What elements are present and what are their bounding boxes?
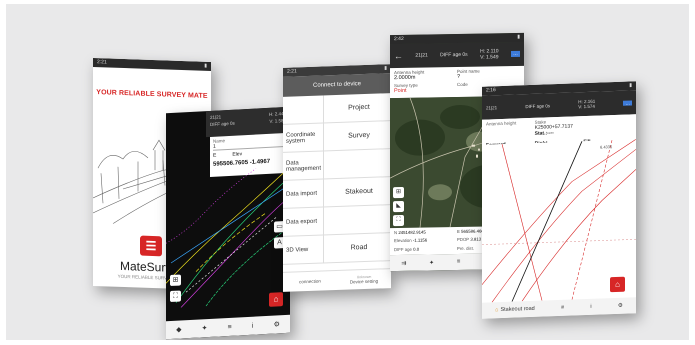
elev-label: Elev	[232, 151, 243, 158]
e-label: E	[213, 152, 217, 159]
menu-item-data-export[interactable]: Data export	[283, 207, 323, 237]
menu-item-road[interactable]: Road	[323, 233, 391, 264]
n-value: 2451482.9145	[398, 229, 426, 236]
cad-drawing-canvas[interactable]	[166, 166, 290, 308]
point-name-value[interactable]: ?	[457, 73, 520, 80]
layers-icon[interactable]: ⊞	[393, 186, 404, 199]
elev-label: Elevation	[394, 238, 412, 244]
collect-point-button[interactable]: ⌂	[610, 276, 625, 293]
survey-type-value[interactable]: Point	[394, 87, 457, 94]
status-time: 2:21	[287, 68, 297, 75]
antenna-value[interactable]: 2.0000m	[394, 74, 457, 81]
stakeout-road-label: Stakeout road	[500, 305, 535, 314]
pre-dist-label: Pre. dist.	[457, 245, 474, 251]
menu-item-stakeout[interactable]: Stakeout	[323, 177, 391, 208]
stakeout-road-tab[interactable]: ⌂ Stakeout road	[495, 306, 535, 313]
logo-icon: ☰	[145, 238, 157, 254]
menu-item-empty-2	[323, 205, 391, 236]
main-menu-screen: 2:21 ▮ Connect to device Project Coordin…	[283, 64, 391, 292]
stakeout-road-screen: 2:16 ▮ 21|21 DIFF age 0s H: 2.161 V: 1.5…	[482, 81, 636, 319]
battery-icon: ▮	[384, 65, 387, 72]
battery-icon: ▮	[629, 82, 632, 89]
menu-item-coordinate-system[interactable]: Coordinate system	[283, 123, 323, 153]
layers-icon[interactable]: ⊞	[170, 274, 181, 287]
menu-item-3d-view[interactable]: 3D View	[283, 235, 323, 265]
pdop-label: PDOP	[457, 237, 470, 243]
point-name-label: Point name	[457, 68, 480, 74]
diff-age-value: 0.0	[413, 246, 420, 252]
v-precision: V: 1.549	[480, 54, 499, 61]
menu-icon[interactable]: ≡	[457, 259, 461, 265]
status-time: 2:21	[97, 59, 107, 66]
diff-age: DIFF age 0s	[440, 51, 468, 59]
bottom-toolbar: ◆ ✦ ≡ i ⚙	[166, 314, 290, 340]
fullscreen-icon[interactable]: ⛶	[170, 290, 181, 303]
battery-icon: ▮	[517, 33, 520, 40]
menu-footer: connection Unknown Device setting	[283, 268, 391, 292]
status-bar: 2:21 ▮	[93, 57, 211, 72]
home-icon: ⌂	[495, 307, 499, 314]
v-precision: V: 1.574	[578, 103, 595, 110]
cad-survey-screen: 21|21 H: 2.447 DIFF age 0s V: 1.581 Name…	[166, 106, 290, 340]
scale-label: 6.4335	[600, 144, 613, 149]
menu-icon[interactable]: ≡	[561, 305, 564, 311]
menu-item-data-import[interactable]: Data import	[283, 179, 323, 209]
menu-grid: Project Coordinate system Survey Data ma…	[283, 93, 391, 265]
status-time: 2:16	[486, 87, 496, 94]
satellite-icon[interactable]: ✦	[202, 324, 208, 332]
sat-count: 21|21	[486, 104, 498, 111]
diff-age: DIFF age 0s	[525, 102, 551, 109]
back-arrow-icon[interactable]: ←	[394, 51, 403, 61]
n-label: N	[394, 230, 398, 236]
diff-age: DIFF age 0s	[210, 120, 235, 127]
info-icon[interactable]: i	[590, 304, 591, 310]
settings-icon[interactable]: ⚙	[618, 303, 623, 309]
antenna-label: Antenna height	[486, 120, 517, 127]
fullscreen-icon[interactable]: ⛶	[393, 214, 404, 227]
elev-value: -1.1156	[412, 237, 428, 244]
sat-count: 21|21	[210, 114, 222, 120]
more-icon[interactable]: …	[510, 50, 520, 58]
more-icon[interactable]: …	[623, 99, 632, 106]
device-setting-button[interactable]: Unknown Device setting	[337, 269, 391, 290]
gnss-status-bar: ← 21|21 DIFF age 0s H: 2.110 V: 1.549 …	[390, 41, 524, 69]
satellite-icon[interactable]: ✦	[429, 259, 434, 266]
menu-item-empty	[323, 149, 391, 180]
tagline: YOUR RELIABLE SURVEY MATE	[96, 89, 208, 100]
device-setting-label: Device setting	[349, 278, 379, 285]
pdop-value: 3.813	[470, 236, 482, 243]
settings-icon[interactable]: ⚙	[274, 320, 280, 328]
showcase-stage: 2:21 ▮ YOUR RELIABLE SURVEY MATE ☰ MateS…	[6, 4, 689, 340]
diff-age-label: DIFF age	[394, 246, 412, 252]
status-time: 2:42	[394, 35, 404, 43]
menu-item-project[interactable]: Project	[323, 93, 391, 124]
matesurvey-logo: ☰	[140, 235, 162, 257]
menu-item-data-management[interactable]: Data management	[283, 151, 323, 181]
sat-count: 21|21	[415, 52, 428, 59]
coord-value: 595506.7605 -1.4967	[213, 158, 271, 168]
battery-icon: ▮	[204, 62, 207, 69]
connection-button[interactable]: connection	[283, 271, 337, 292]
menu-item-survey[interactable]: Survey	[323, 121, 391, 152]
compass-icon[interactable]: ◣	[393, 200, 404, 213]
menu-item-left[interactable]	[283, 95, 323, 125]
list-icon[interactable]: ⇉	[401, 259, 406, 266]
info-icon[interactable]: i	[252, 322, 254, 329]
e-label: E	[457, 228, 460, 234]
menu-icon[interactable]: ≡	[228, 323, 232, 330]
code-label: Code	[457, 81, 468, 87]
collect-point-button[interactable]: ⌂	[269, 292, 283, 307]
location-icon[interactable]: ◆	[176, 325, 181, 333]
